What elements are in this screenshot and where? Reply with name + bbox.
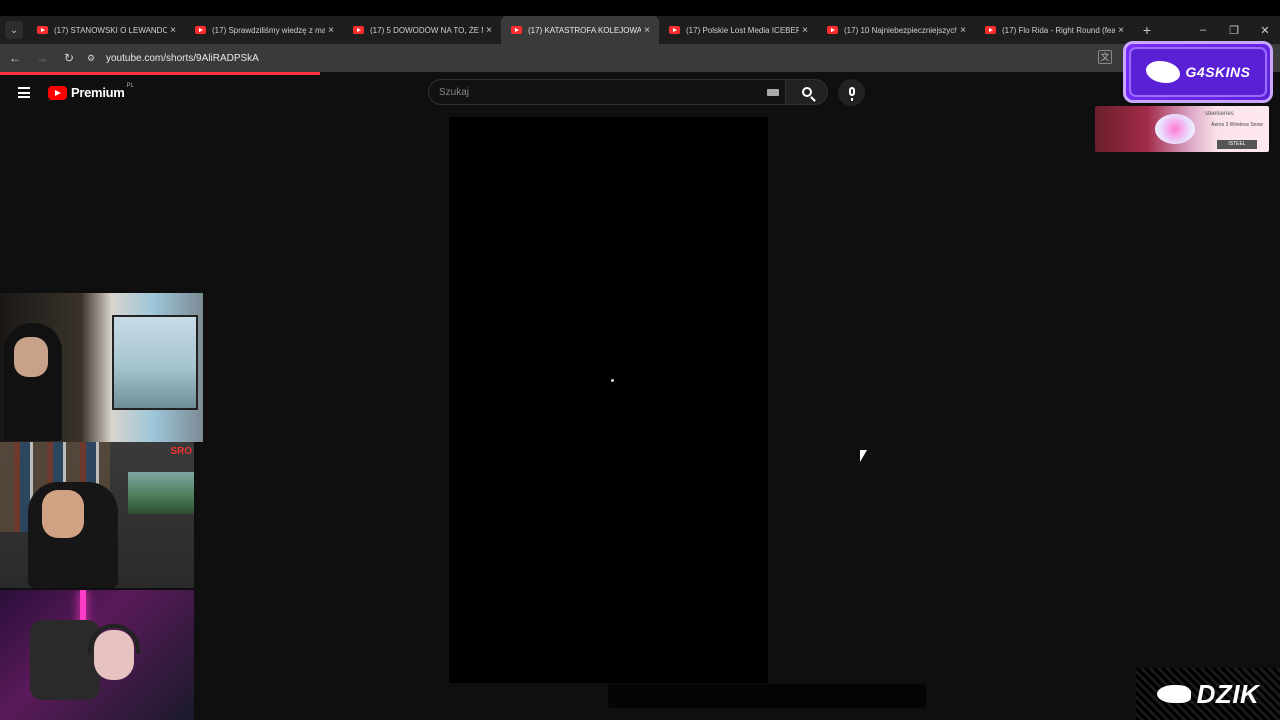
browser-toolbar: ← → ↻ ⚙ youtube.com/shorts/9AliRADPSkA [0,44,1280,72]
minimize-icon[interactable]: – [1188,16,1218,44]
search-input[interactable] [439,86,739,98]
screen-top-strip [0,0,1280,16]
tab-search-button[interactable]: ⌄ [5,21,23,39]
menu-icon[interactable] [18,87,30,98]
browser-tab[interactable]: (17) 5 DOWODÓW NA TO, ŻE N × [343,16,501,44]
tab-title: (17) STANOWSKI O LEWANDOWSKIM [54,25,167,35]
youtube-favicon-icon [669,26,680,34]
loading-spinner-icon [611,379,614,382]
youtube-favicon-icon [827,26,838,34]
player-bottom-bar [608,684,926,708]
aquarium [128,472,194,514]
youtube-logo[interactable]: Premium PL [48,82,134,100]
window-close-icon[interactable]: ✕ [1250,16,1280,44]
webcam-overlay-2: SRO [0,442,194,588]
search-button[interactable] [786,79,828,105]
tab-close-icon[interactable]: × [957,25,969,36]
gaming-chair [30,620,100,700]
browser-tab[interactable]: (17) 10 Najniebezpieczniejszych × [817,16,975,44]
forward-icon[interactable]: → [30,46,54,70]
voice-search-button[interactable] [838,79,865,106]
youtube-favicon-icon [37,26,48,34]
tab-close-icon[interactable]: × [325,25,337,36]
webcam-overlay-1 [0,293,203,442]
streamer-face [14,337,48,377]
search-box [428,79,786,105]
boar-logo-icon [1156,685,1191,703]
sponsor-text: DZIK [1196,678,1260,709]
youtube-favicon-icon [985,26,996,34]
browser-tab[interactable]: (17) Polskie Lost Media ICEBERG × [659,16,817,44]
background-window [112,315,198,410]
tab-title: (17) 10 Najniebezpieczniejszych [844,25,957,35]
tab-title: (17) Polskie Lost Media ICEBERG [686,25,799,35]
tab-close-icon[interactable]: × [1115,25,1127,36]
sponsor-logo-g4skins: G4SKINS [1123,41,1273,103]
site-info-icon[interactable]: ⚙ [84,51,98,65]
youtube-favicon-icon [353,26,364,34]
translate-icon[interactable]: 文 [1098,50,1112,64]
restore-icon[interactable]: ❐ [1219,16,1249,44]
webcam-overlay-3 [0,590,194,720]
microphone-icon [848,87,855,101]
back-icon[interactable]: ← [3,46,27,70]
youtube-play-icon [48,85,67,100]
ad-brand: steelseries [1205,111,1234,117]
keyboard-icon[interactable] [767,89,779,96]
tab-close-icon[interactable]: × [483,25,495,36]
youtube-favicon-icon [195,26,206,34]
steelseries-ad-banner: steelseries Aerox 3 Wireless Snow ISTEEL [1095,106,1269,152]
tab-close-icon[interactable]: × [641,25,653,36]
browser-tab[interactable]: (17) Sprawdziliśmy wiedzę z matmy × [185,16,343,44]
new-tab-button[interactable]: + [1137,22,1157,38]
address-bar[interactable]: ⚙ youtube.com/shorts/9AliRADPSkA [78,48,1118,68]
logo-text: Premium [71,85,125,100]
tab-title: (17) KATASTROFA KOLEJOWA S [528,25,641,35]
tab-close-icon[interactable]: × [799,25,811,36]
shorts-video-player[interactable] [449,117,768,683]
ad-product: Aerox 3 Wireless Snow [1211,122,1263,128]
tab-title: (17) Flo Rida - Right Round (feat. [1002,25,1115,35]
ad-code: ISTEEL [1217,140,1257,149]
browser-tab-active[interactable]: (17) KATASTROFA KOLEJOWA S × [501,16,659,44]
tab-title: (17) Sprawdziliśmy wiedzę z matmy [212,25,325,35]
browser-tab-strip: ⌄ (17) STANOWSKI O LEWANDOWSKIM × (17) S… [0,16,1280,44]
mouse-product-image [1155,114,1195,144]
youtube-masthead: Premium PL [0,75,1280,115]
url-text: youtube.com/shorts/9AliRADPSkA [106,52,259,64]
search-icon [801,87,812,97]
country-code: PL [126,82,134,89]
tab-close-icon[interactable]: × [167,25,179,36]
lion-logo-icon [1145,61,1180,83]
browser-tab[interactable]: (17) STANOWSKI O LEWANDOWSKIM × [27,16,185,44]
tab-title: (17) 5 DOWODÓW NA TO, ŻE N [370,25,483,35]
mouse-cursor-icon [860,450,867,462]
browser-tab[interactable]: (17) Flo Rida - Right Round (feat. × [975,16,1133,44]
sponsor-logo-dzik: DZIK [1136,668,1280,720]
cam-tag: SRO [170,446,192,457]
sponsor-text: G4SKINS [1185,64,1251,80]
streamer-face [42,490,84,538]
youtube-favicon-icon [511,26,522,34]
